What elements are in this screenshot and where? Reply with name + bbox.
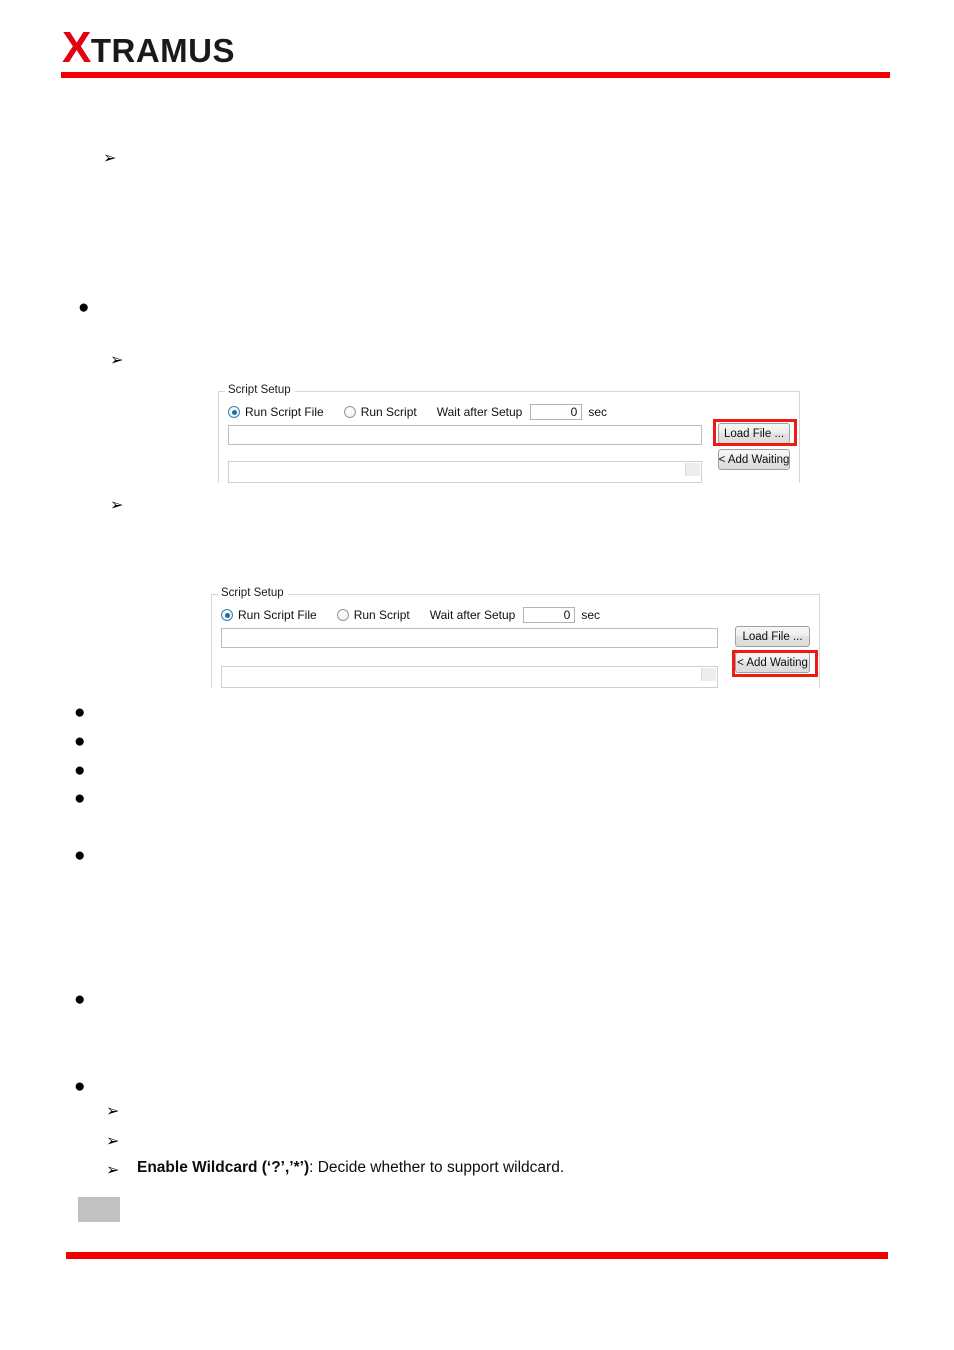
script-setup-group-title-1: Script Setup (225, 383, 295, 397)
radio-run-script-file-label-2: Run Script File (238, 608, 317, 622)
radio-indicator-icon (336, 609, 349, 621)
page-header: XTRAMUS (0, 0, 954, 90)
radio-run-script-2[interactable]: Run Script (336, 608, 410, 622)
wait-after-setup-input-1[interactable]: 0 (530, 404, 583, 420)
wildcard-definition: : Decide whether to support wildcard. (309, 1159, 565, 1176)
textarea-scrollbar-1[interactable] (685, 463, 700, 476)
arrow-bullet-1: ➢ (103, 148, 117, 167)
figure-script-setup-add-waiting: Script Setup Run Script File Run Script … (211, 586, 820, 688)
dot-bullet-6: ● (74, 845, 86, 866)
script-file-path-input-2[interactable] (221, 628, 718, 648)
logo-wordmark: TRAMUS (90, 32, 236, 69)
wildcard-term: Enable Wildcard (‘?’,’*’) (137, 1159, 310, 1176)
dot-bullet-4: ● (74, 760, 86, 781)
radio-indicator-icon (343, 406, 356, 418)
wait-after-setup-input-2[interactable]: 0 (523, 607, 576, 623)
script-setup-groupbox-1-right-edge (799, 391, 800, 483)
arrow-bullet-6: ➢ (106, 1160, 120, 1179)
page-number-placeholder (78, 1197, 120, 1222)
arrow-bullet-4: ➢ (106, 1101, 120, 1120)
add-waiting-button-2[interactable]: < Add Waiting (735, 652, 810, 673)
script-setup-groupbox-2-right-edge (819, 594, 820, 688)
script-setup-options-row-2: Run Script File Run Script Wait after Se… (221, 607, 600, 623)
script-content-textarea-1[interactable] (228, 461, 702, 483)
radio-indicator-icon (221, 609, 233, 621)
wait-after-setup-label-2: Wait after Setup (429, 608, 516, 622)
radio-run-script-file-label-1: Run Script File (245, 405, 324, 419)
add-waiting-button-1[interactable]: < Add Waiting (718, 449, 790, 470)
dot-bullet-5: ● (74, 788, 86, 809)
dot-bullet-8: ● (74, 1076, 86, 1097)
figure-script-setup-load-file: Script Setup Run Script File Run Script … (218, 383, 800, 483)
radio-run-script-label-1: Run Script (360, 405, 417, 419)
header-red-rule (61, 72, 890, 78)
script-content-textarea-2[interactable] (221, 666, 718, 688)
script-setup-group-title-2: Script Setup (218, 586, 288, 600)
dot-bullet-1: ● (78, 297, 90, 318)
logo-letter-x: X (62, 23, 91, 72)
textarea-scrollbar-2[interactable] (701, 668, 716, 681)
script-setup-options-row-1: Run Script File Run Script Wait after Se… (228, 404, 607, 420)
dot-bullet-3: ● (74, 731, 86, 752)
script-file-path-input-1[interactable] (228, 425, 702, 445)
dot-bullet-7: ● (74, 989, 86, 1010)
wait-after-setup-unit-2: sec (581, 608, 601, 622)
arrow-bullet-2: ➢ (110, 350, 124, 369)
dot-bullet-2: ● (74, 702, 86, 723)
radio-run-script-file-2[interactable]: Run Script File (221, 608, 317, 622)
wait-after-setup-unit-1: sec (588, 405, 608, 419)
xtramus-logo: XTRAMUS (62, 26, 235, 70)
radio-indicator-icon (228, 406, 240, 418)
wildcard-description: Enable Wildcard (‘?’,’*’): Decide whethe… (137, 1158, 564, 1177)
load-file-button-2[interactable]: Load File ... (735, 626, 810, 647)
wait-after-setup-label-1: Wait after Setup (436, 405, 523, 419)
radio-run-script-1[interactable]: Run Script (343, 405, 417, 419)
footer-red-rule (66, 1252, 888, 1259)
radio-run-script-file-1[interactable]: Run Script File (228, 405, 324, 419)
load-file-button-1[interactable]: Load File ... (718, 423, 790, 444)
arrow-bullet-3: ➢ (110, 495, 124, 514)
radio-run-script-label-2: Run Script (353, 608, 410, 622)
arrow-bullet-5: ➢ (106, 1131, 120, 1150)
